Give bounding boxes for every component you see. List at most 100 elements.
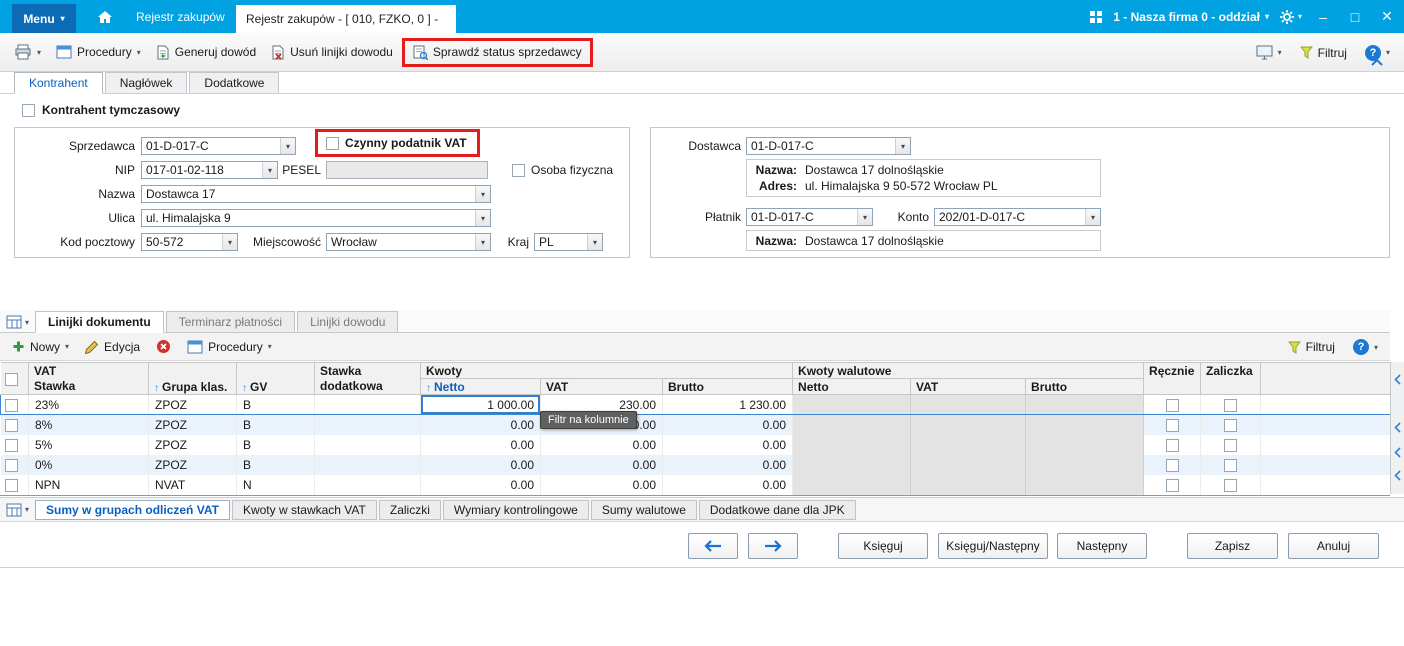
view-button[interactable]: ▾	[1250, 41, 1288, 64]
col-header-recznie[interactable]: Ręcznie	[1143, 362, 1202, 395]
tab-naglowek[interactable]: Nagłówek	[104, 72, 188, 93]
sprawdz-status-button[interactable]: Sprawdź status sprzedawcy	[413, 45, 582, 60]
anuluj-button[interactable]: Anuluj	[1288, 533, 1379, 559]
menu-button[interactable]: Menu ▾	[12, 4, 76, 33]
col-header-vat-stawka[interactable]: VAT Stawka	[28, 362, 149, 395]
cell-netto-focused[interactable]: 1 000.00	[420, 394, 541, 415]
kraj-select[interactable]: PL ▾	[534, 233, 603, 251]
col-header-w-vat[interactable]: VAT	[910, 378, 1027, 395]
select-all-checkbox[interactable]	[4, 372, 18, 386]
cell-grupa[interactable]: NVAT	[148, 474, 237, 495]
zapisz-button[interactable]: Zapisz	[1187, 533, 1278, 559]
cell-gv[interactable]: N	[236, 474, 315, 495]
cell-stawka[interactable]: 5%	[28, 434, 149, 455]
grid-view-menu[interactable]: ▾	[0, 315, 33, 332]
col-header-netto[interactable]: ↑ Netto	[420, 378, 541, 395]
tab-zaliczki[interactable]: Zaliczki	[378, 499, 441, 520]
tab-kontrahent[interactable]: Kontrahent	[14, 72, 103, 94]
tab-linijki-dokumentu[interactable]: Linijki dokumentu	[35, 311, 164, 333]
recznie-checkbox[interactable]	[1165, 458, 1179, 472]
platnik-select[interactable]: 01-D-017-C ▾	[746, 208, 873, 226]
cell-gv[interactable]: B	[236, 454, 315, 475]
row-checkbox[interactable]	[5, 398, 18, 412]
dostawca-select[interactable]: 01-D-017-C ▾	[746, 137, 911, 155]
print-button[interactable]: ▾	[8, 40, 47, 64]
cell-grupa[interactable]: ZPOZ	[148, 434, 237, 455]
settings-button[interactable]: ▾	[1279, 9, 1302, 25]
zaliczka-checkbox[interactable]	[1224, 478, 1238, 492]
table-row[interactable]: 8% ZPOZ B 0.00 0.00 0.00	[0, 414, 1392, 435]
cell-vat[interactable]: 0.00	[540, 434, 663, 455]
cell-gv[interactable]: B	[236, 434, 315, 455]
miejscowosc-select[interactable]: Wrocław ▾	[326, 233, 491, 251]
cell-stawka[interactable]: 8%	[28, 414, 149, 435]
cell-grupa[interactable]: ZPOZ	[148, 394, 237, 415]
cell-brutto[interactable]: 0.00	[662, 454, 794, 475]
osoba-fizyczna-checkbox[interactable]	[512, 163, 525, 177]
cell-stawka-dodatkowa[interactable]	[314, 414, 421, 435]
tab-rejestr-zakupow-active[interactable]: Rejestr zakupów - [ 010, FZKO, 0 ] -	[236, 5, 456, 33]
tab-dodatkowe[interactable]: Dodatkowe	[189, 72, 280, 93]
cell-stawka[interactable]: NPN	[28, 474, 149, 495]
apps-grid-icon[interactable]	[1089, 10, 1103, 24]
cell-netto[interactable]: 0.00	[420, 474, 541, 495]
row-checkbox[interactable]	[4, 458, 18, 472]
tab-rejestr-zakupow[interactable]: Rejestr zakupów	[126, 0, 235, 33]
cell-netto[interactable]: 0.00	[420, 414, 541, 435]
col-header-stawka-dodatkowa[interactable]: Stawka dodatkowa	[314, 362, 421, 395]
cell-gv[interactable]: B	[236, 394, 315, 415]
table-row[interactable]: 23% ZPOZ B 1 000.00 230.00 1 230.00	[0, 394, 1392, 415]
maximize-button[interactable]: □	[1344, 9, 1366, 25]
zaliczka-checkbox[interactable]	[1224, 438, 1238, 452]
col-header-w-netto[interactable]: Netto	[792, 378, 912, 395]
recznie-checkbox[interactable]	[1165, 438, 1179, 452]
ksieguj-nastepny-button[interactable]: Księguj/Następny	[938, 533, 1048, 559]
col-header-grupa-klas[interactable]: ↑ Grupa klas.	[148, 362, 237, 395]
tab-terminarz-platnosci[interactable]: Terminarz płatności	[165, 311, 296, 332]
zaliczka-checkbox[interactable]	[1224, 418, 1238, 432]
grid-help-button[interactable]: ? ▾	[1347, 335, 1384, 359]
cell-vat[interactable]: 0.00	[540, 474, 663, 495]
delete-row-button[interactable]	[150, 335, 177, 358]
row-checkbox[interactable]	[4, 418, 18, 432]
ulica-select[interactable]: ul. Himalajska 9 ▾	[141, 209, 491, 227]
ksieguj-button[interactable]: Księguj	[838, 533, 928, 559]
cell-brutto[interactable]: 0.00	[662, 414, 794, 435]
zaliczka-checkbox[interactable]	[1224, 458, 1238, 472]
cell-grupa[interactable]: ZPOZ	[148, 454, 237, 475]
cell-netto[interactable]: 0.00	[420, 454, 541, 475]
cell-stawka[interactable]: 0%	[28, 454, 149, 475]
next-record-button[interactable]	[748, 533, 798, 559]
procedury-button[interactable]: Procedury ▾	[50, 41, 147, 63]
cell-netto[interactable]: 0.00	[420, 434, 541, 455]
table-row[interactable]: 5% ZPOZ B 0.00 0.00 0.00	[0, 434, 1392, 455]
cell-grupa[interactable]: ZPOZ	[148, 414, 237, 435]
col-header-zaliczka[interactable]: Zaliczka	[1200, 362, 1262, 395]
summary-view-menu[interactable]: ▾	[0, 503, 33, 517]
nastepny-button[interactable]: Następny	[1057, 533, 1147, 559]
pesel-input[interactable]	[326, 161, 488, 179]
grid-filtruj-button[interactable]: Filtruj	[1282, 336, 1341, 358]
minimize-button[interactable]: –	[1312, 9, 1334, 25]
grid-procedury-button[interactable]: Procedury ▾	[181, 336, 278, 358]
table-row[interactable]: NPN NVAT N 0.00 0.00 0.00	[0, 474, 1392, 495]
tab-kwoty-w-stawkach[interactable]: Kwoty w stawkach VAT	[231, 499, 377, 520]
company-selector[interactable]: 1 - Nasza firma 0 - oddział ▾	[1113, 10, 1269, 24]
kod-pocztowy-select[interactable]: 50-572 ▾	[141, 233, 238, 251]
usun-linijki-button[interactable]: Usuń linijki dowodu	[265, 41, 399, 64]
cell-stawka-dodatkowa[interactable]	[314, 474, 421, 495]
cell-stawka-dodatkowa[interactable]	[314, 454, 421, 475]
cell-stawka-dodatkowa[interactable]	[314, 394, 421, 415]
row-checkbox[interactable]	[4, 478, 18, 492]
home-button[interactable]	[92, 0, 118, 33]
sprzedawca-select[interactable]: 01-D-017-C ▾	[141, 137, 296, 155]
cell-stawka-dodatkowa[interactable]	[314, 434, 421, 455]
nazwa-select[interactable]: Dostawca 17 ▾	[141, 185, 491, 203]
col-header-vat2[interactable]: VAT	[540, 378, 663, 395]
recznie-checkbox[interactable]	[1165, 478, 1179, 492]
recznie-checkbox[interactable]	[1165, 398, 1179, 412]
side-collapse-strip[interactable]	[1390, 362, 1404, 494]
cell-gv[interactable]: B	[236, 414, 315, 435]
cell-brutto[interactable]: 0.00	[662, 474, 794, 495]
kontrahent-tymczasowy-checkbox[interactable]	[22, 103, 35, 117]
